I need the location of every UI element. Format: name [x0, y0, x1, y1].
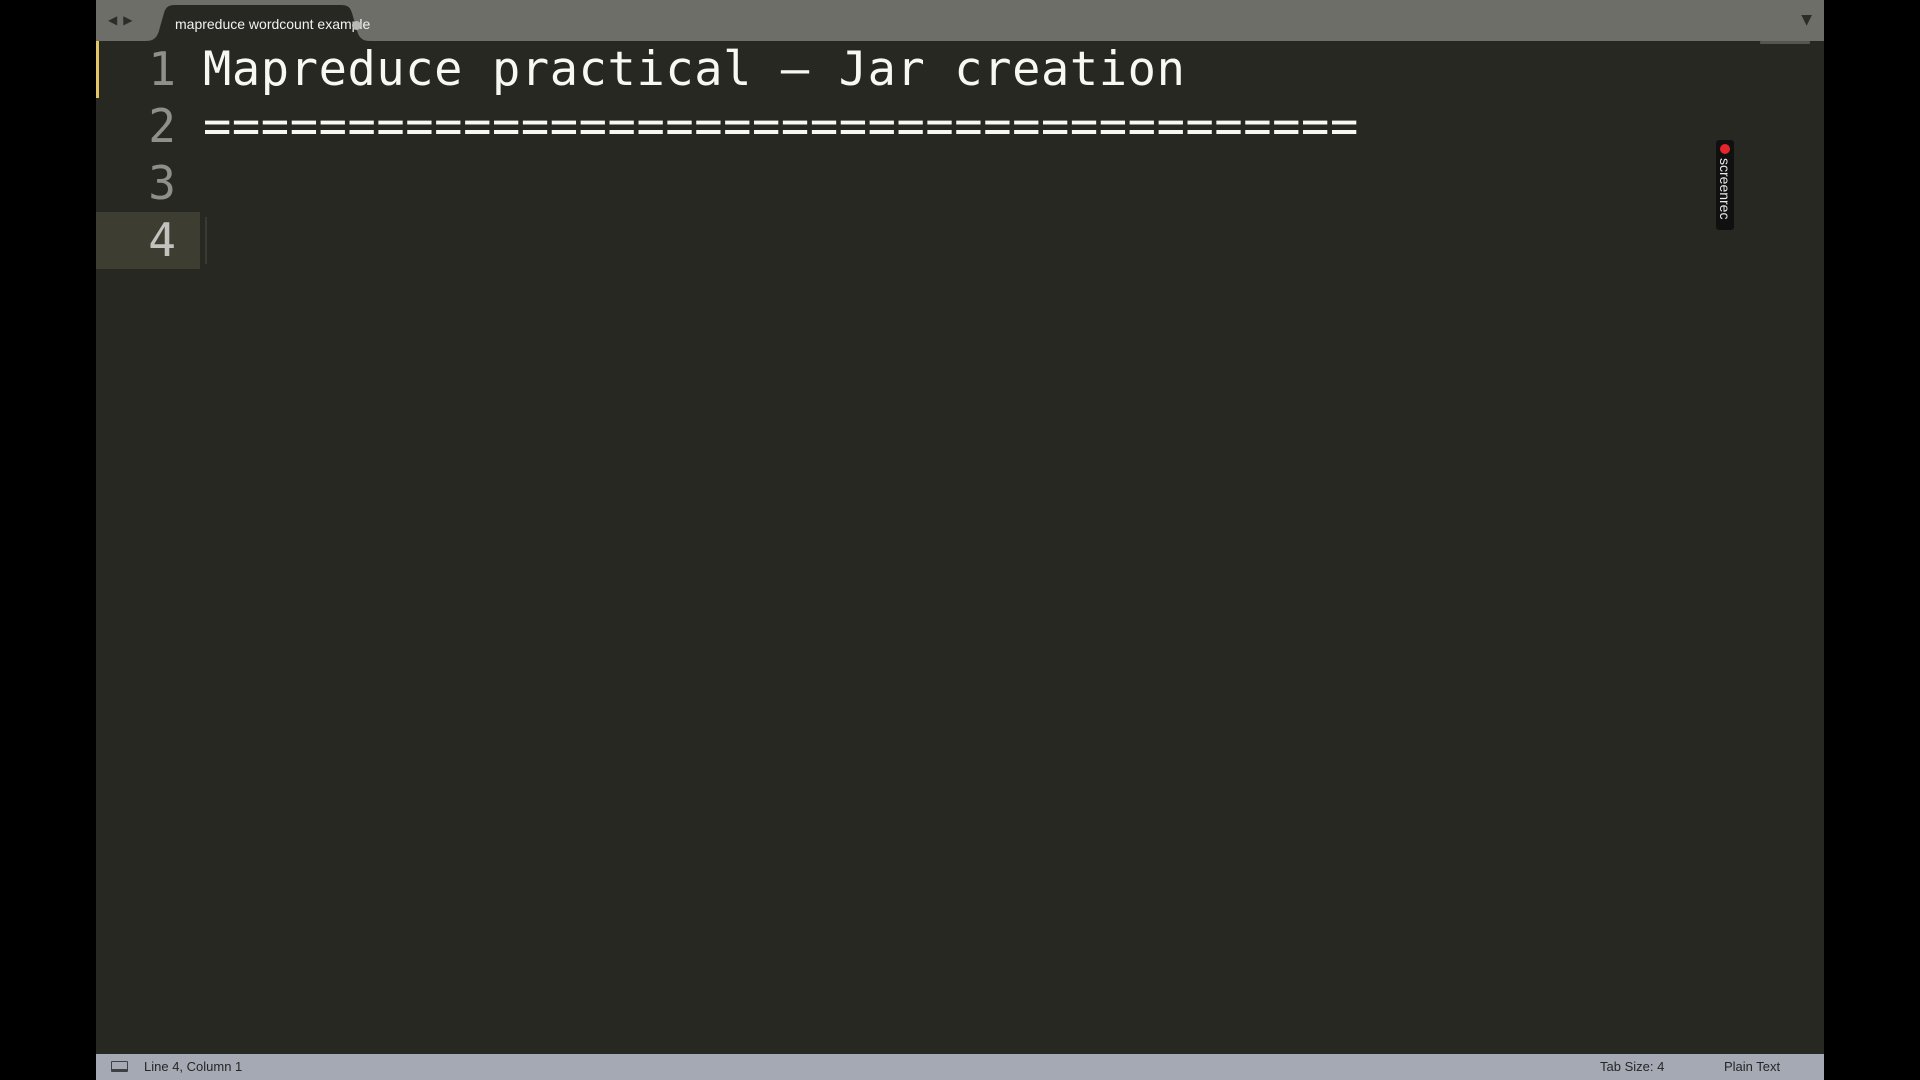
panel-toggle-icon[interactable]	[111, 1061, 128, 1072]
text-editor[interactable]: 1 Mapreduce practical – Jar creation 2 =…	[96, 41, 1824, 1054]
record-dot-icon[interactable]	[1720, 144, 1730, 154]
cursor-position[interactable]: Line 4, Column 1	[144, 1059, 242, 1074]
line-number: 2	[148, 99, 176, 153]
unsaved-dot-icon[interactable]	[352, 21, 361, 30]
line-text[interactable]: ========================================	[203, 98, 1359, 155]
editor-line-current[interactable]: 4	[96, 212, 1824, 269]
text-caret	[205, 217, 207, 264]
line-number: 1	[148, 42, 176, 96]
chevron-down-icon[interactable]: ▼	[1801, 12, 1812, 28]
screenrec-widget[interactable]: screenrec	[1716, 140, 1734, 230]
line-number: 3	[148, 156, 176, 210]
editor-line[interactable]: 1 Mapreduce practical – Jar creation	[96, 41, 1824, 98]
line-number: 4	[148, 213, 176, 267]
tab-mapreduce-wordcount-example[interactable]: mapreduce wordcount example	[146, 5, 506, 41]
line-text[interactable]: Mapreduce practical – Jar creation	[203, 41, 1185, 98]
tab-navigation: ◀ ▶	[108, 12, 132, 28]
status-bar: Line 4, Column 1 Tab Size: 4 Plain Text	[96, 1054, 1824, 1080]
forward-arrow-icon[interactable]: ▶	[123, 12, 132, 28]
syntax-indicator[interactable]: Plain Text	[1724, 1059, 1780, 1074]
tab-label: mapreduce wordcount example	[175, 16, 371, 32]
tab-size-indicator[interactable]: Tab Size: 4	[1600, 1059, 1664, 1074]
editor-line[interactable]: 3	[96, 155, 1824, 212]
tab-bar: ◀ ▶ mapreduce wordcount example ▼	[96, 0, 1824, 41]
back-arrow-icon[interactable]: ◀	[108, 12, 117, 28]
editor-line[interactable]: 2 ======================================…	[96, 98, 1824, 155]
screenrec-label: screenrec	[1717, 158, 1733, 220]
editor-window: ◀ ▶ mapreduce wordcount example ▼ 1 Mapr…	[96, 0, 1824, 1080]
